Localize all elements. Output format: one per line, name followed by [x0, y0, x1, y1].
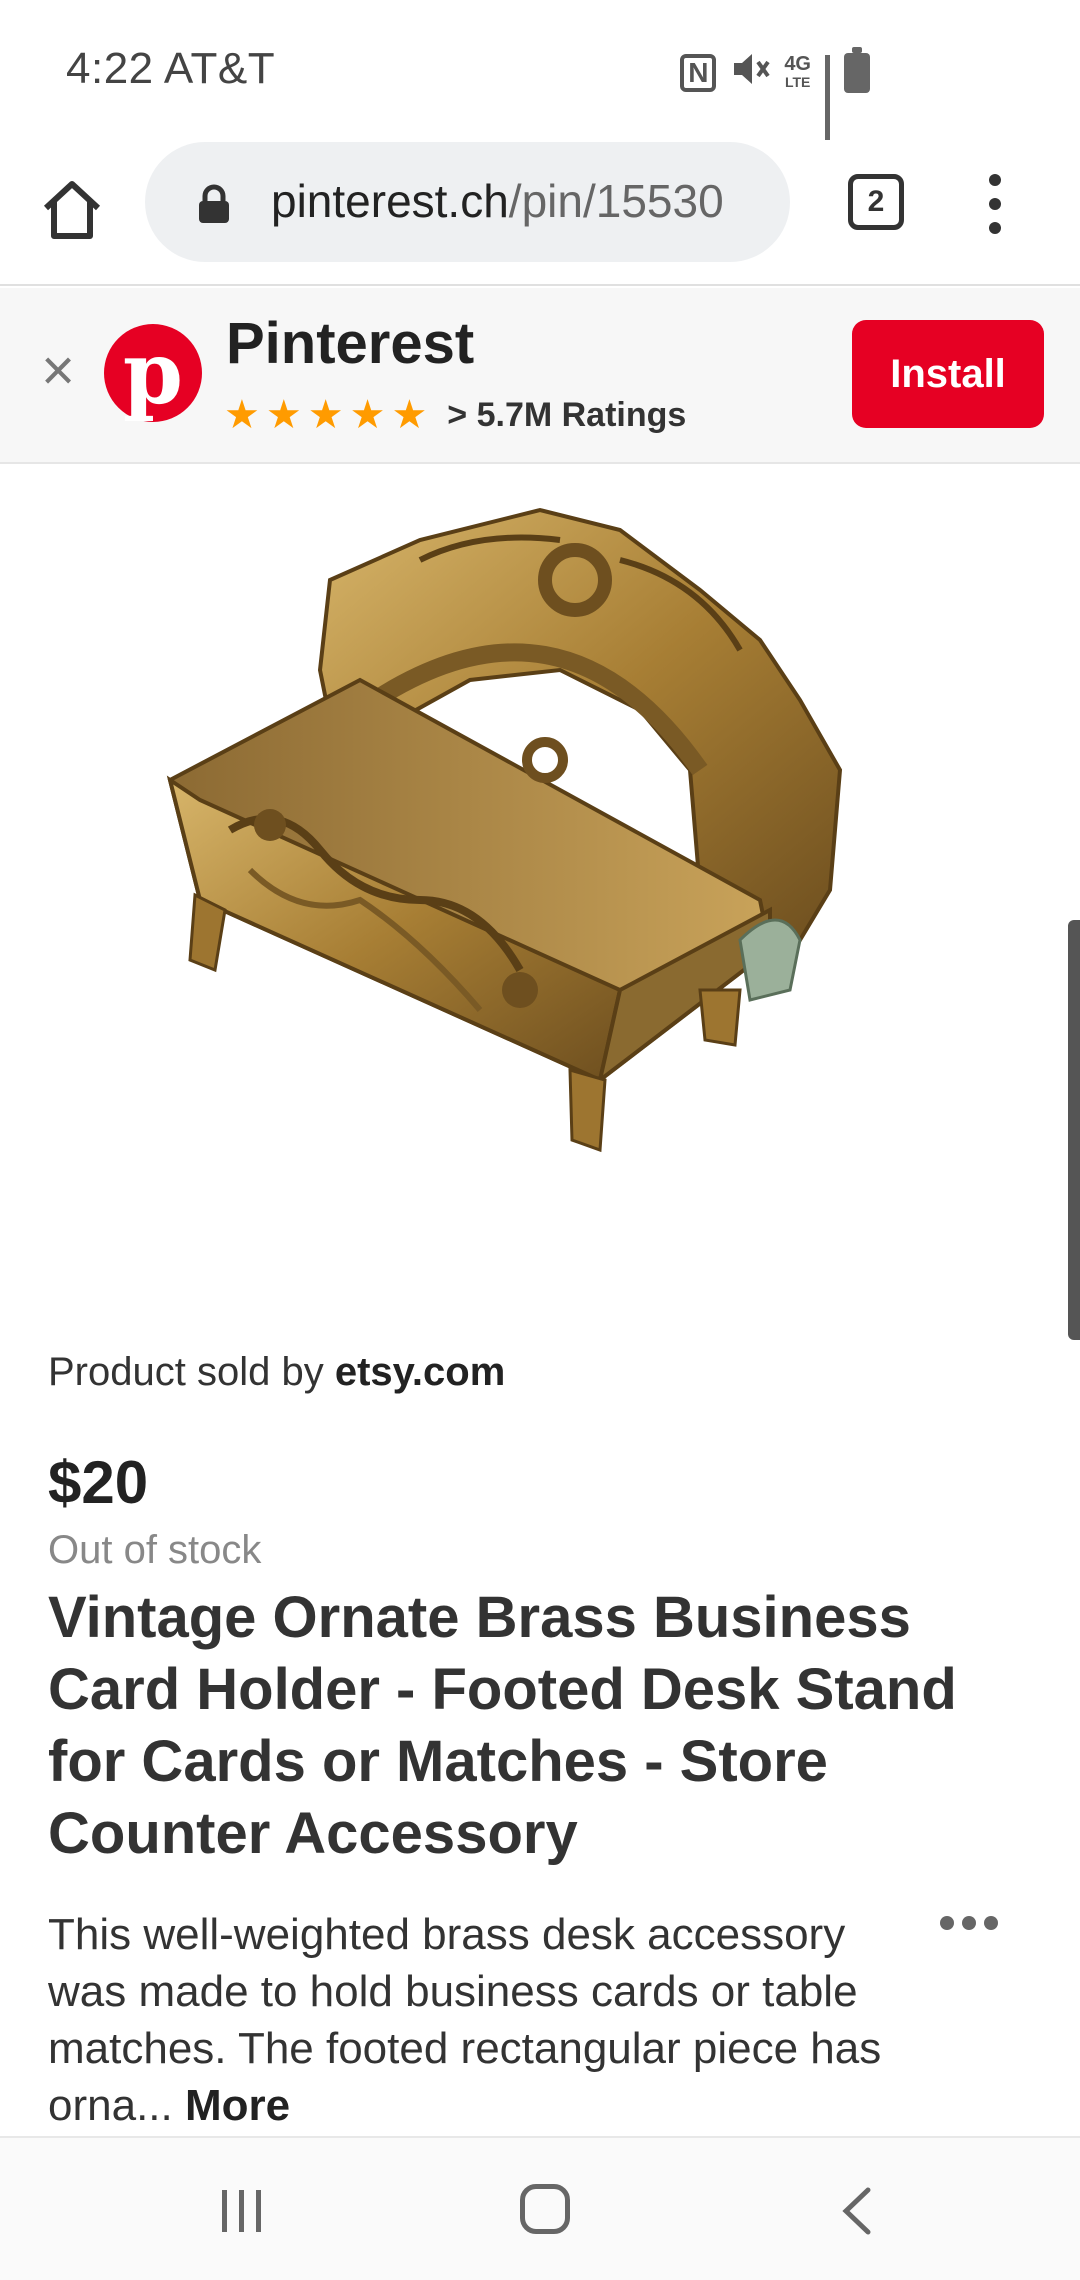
product-price: $20	[48, 1449, 149, 1516]
battery-icon	[844, 46, 870, 93]
status-bar: 4:22 AT&T N 4G LTE	[0, 0, 1080, 143]
star-icons: ★★★★★	[224, 393, 434, 437]
mute-icon	[730, 50, 770, 95]
product-title: Vintage Ornate Brass Business Card Holde…	[48, 1585, 957, 1866]
lock-icon	[197, 184, 231, 224]
product-image[interactable]	[0, 470, 1080, 1320]
overflow-menu-icon[interactable]	[980, 174, 1010, 234]
system-nav-bar	[0, 2136, 1080, 2280]
nfc-icon: N	[680, 53, 717, 92]
seller-link[interactable]: etsy.com	[335, 1350, 505, 1394]
app-rating: ★★★★★ > 5.7M Ratings	[224, 392, 686, 438]
more-options-icon[interactable]	[940, 1916, 998, 1930]
home-icon[interactable]	[36, 174, 108, 246]
url-text: pinterest.ch/pin/15530	[271, 175, 724, 227]
status-time-carrier: 4:22 AT&T	[66, 44, 276, 93]
tab-switcher-button[interactable]: 2	[848, 174, 904, 230]
close-icon[interactable]: ×	[34, 342, 82, 400]
home-button-icon[interactable]	[520, 2184, 570, 2234]
app-name: Pinterest	[226, 311, 475, 376]
rating-count: > 5.7M Ratings	[447, 395, 687, 434]
product-description: This well-weighted brass desk accessory …	[48, 1910, 882, 2130]
recent-apps-icon[interactable]	[222, 2190, 261, 2232]
status-icons: N 4G LTE	[680, 46, 870, 143]
more-link[interactable]: More	[185, 2081, 290, 2130]
pinterest-logo: p	[104, 324, 202, 424]
scrollbar-thumb[interactable]	[1068, 920, 1080, 1340]
signal-icon	[825, 54, 830, 143]
4g-lte-icon: 4G LTE	[784, 52, 811, 90]
app-install-banner: × p Pinterest ★★★★★ > 5.7M Ratings Insta…	[0, 288, 1080, 464]
sold-by-text: Product sold by etsy.com	[48, 1350, 506, 1394]
address-bar[interactable]: pinterest.ch/pin/15530	[145, 142, 790, 262]
install-button[interactable]: Install	[852, 320, 1044, 428]
stock-status: Out of stock	[48, 1528, 262, 1572]
back-icon[interactable]	[834, 2184, 882, 2238]
browser-toolbar: pinterest.ch/pin/15530 2	[0, 140, 1080, 286]
